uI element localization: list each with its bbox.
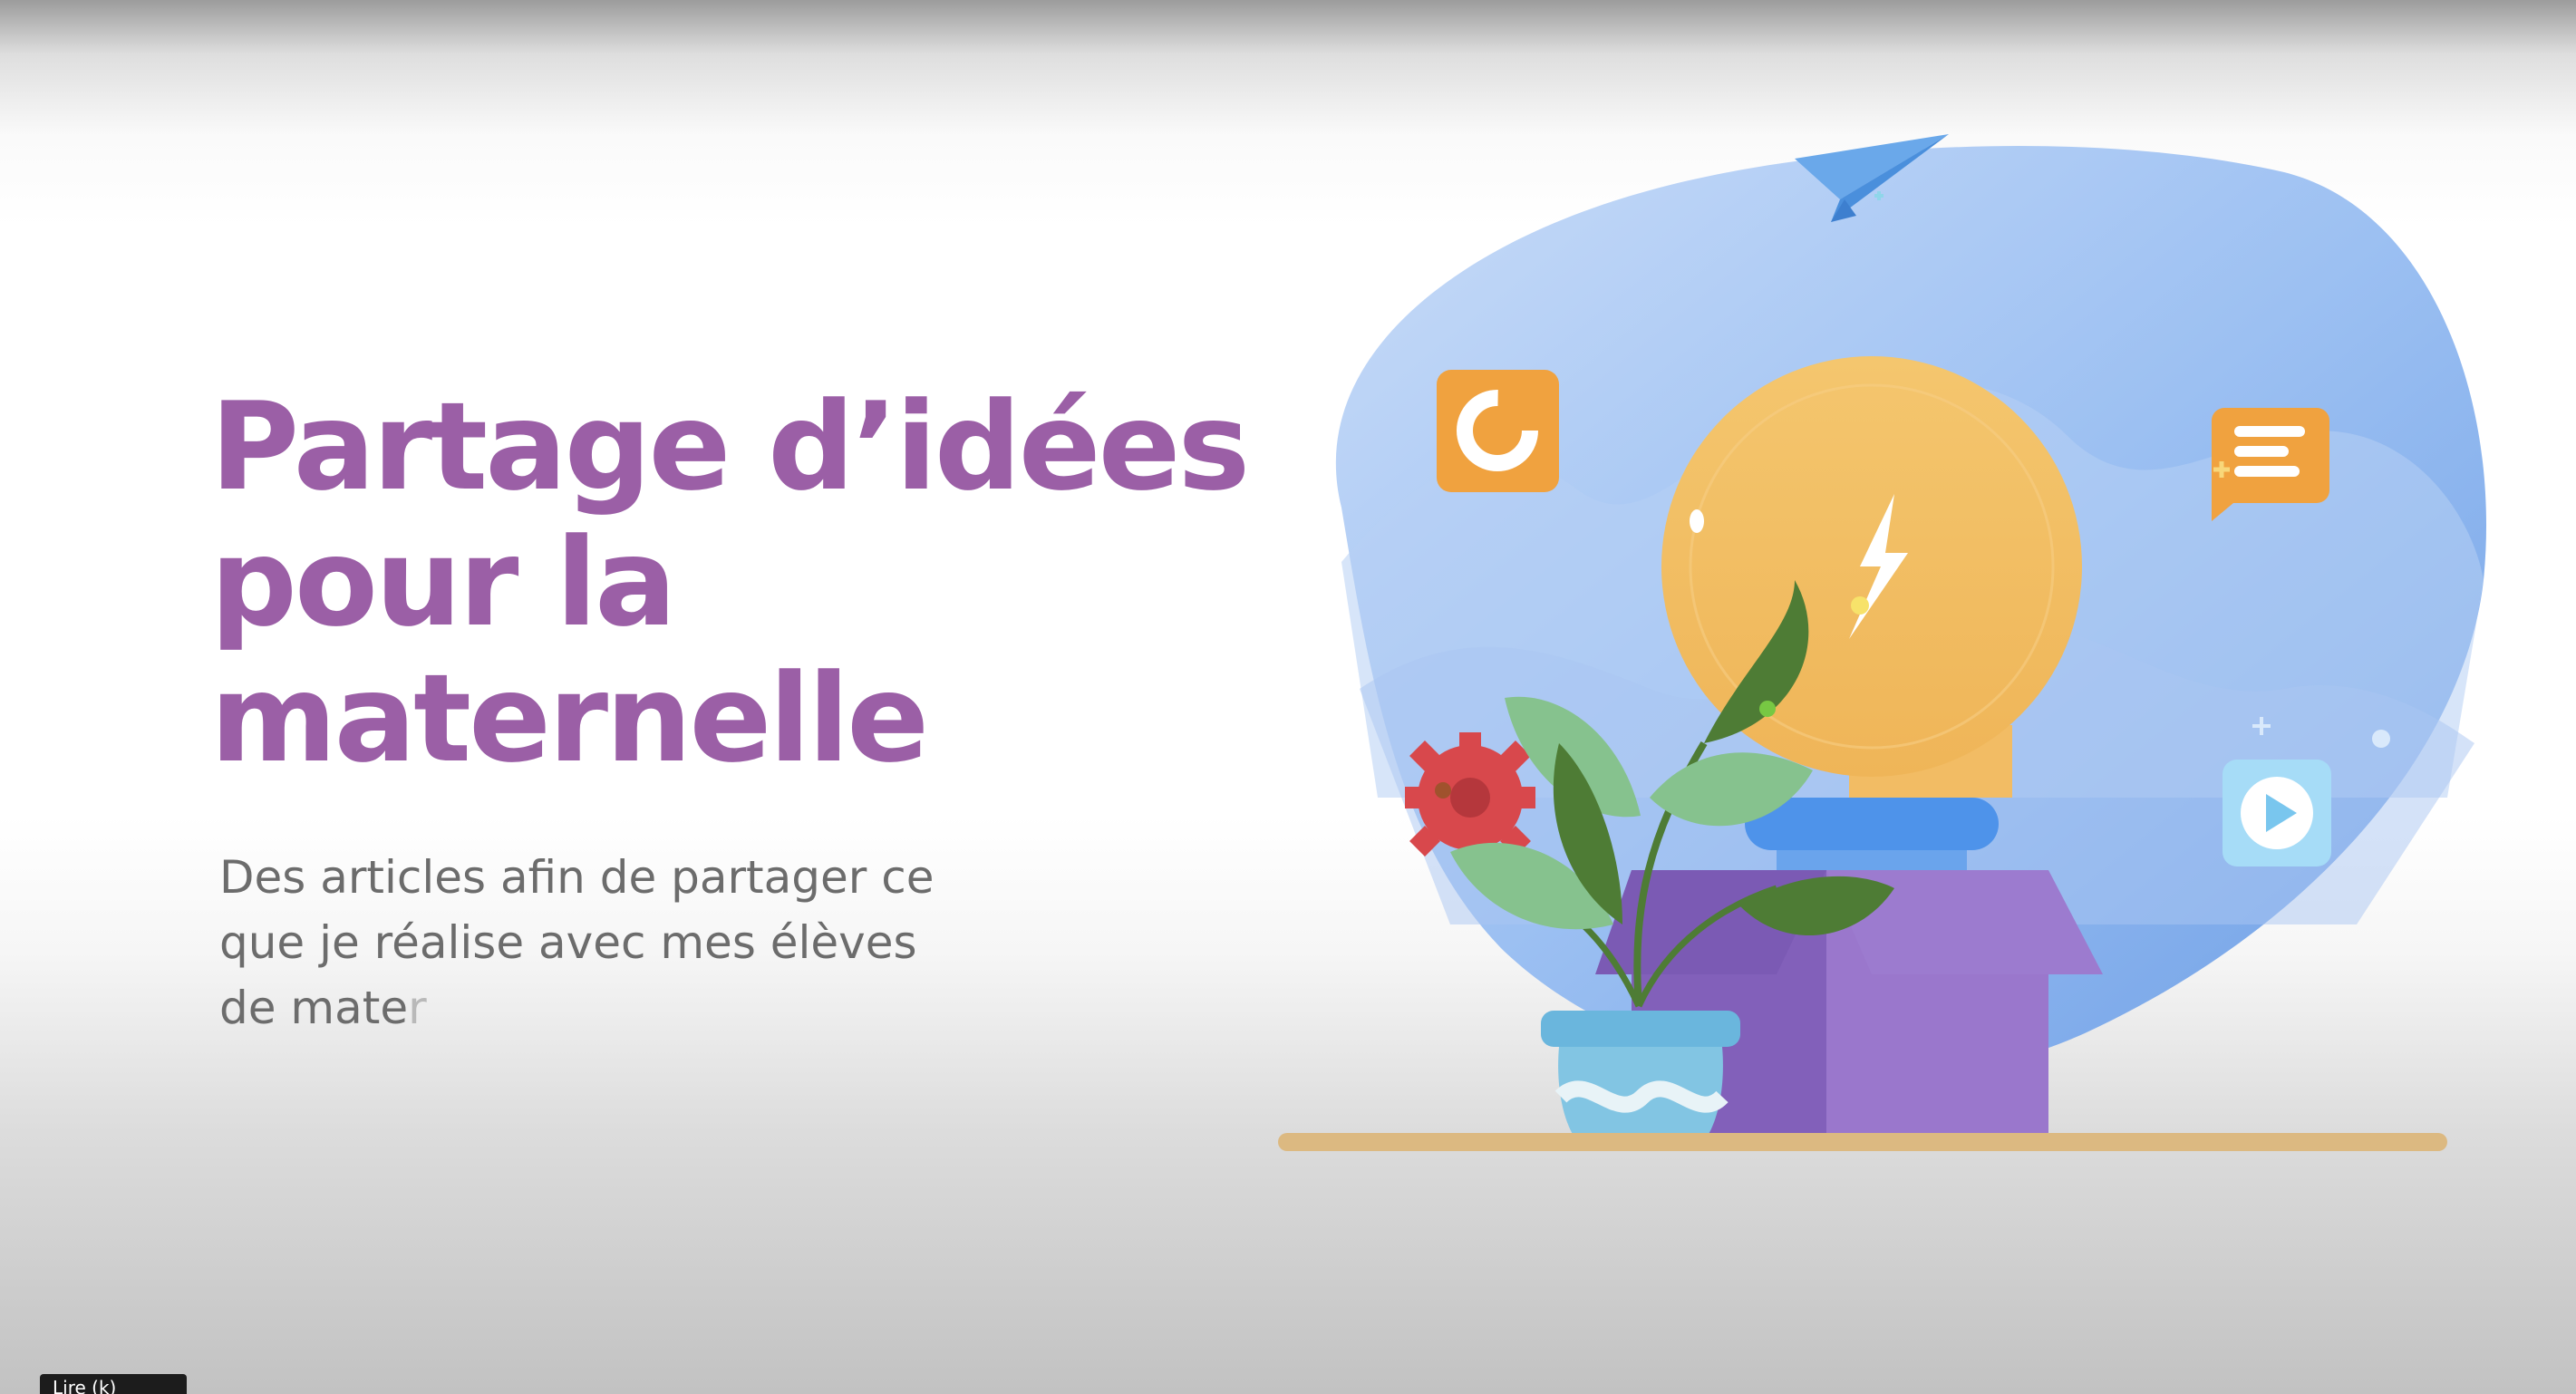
video-tooltip-chip: Lire (k) bbox=[40, 1374, 187, 1394]
title-line-3: maternelle bbox=[210, 648, 929, 789]
plant-pot bbox=[1541, 1011, 1740, 1151]
title-line-2: pour la bbox=[210, 512, 676, 653]
play-icon bbox=[2223, 760, 2331, 866]
donut-chart-icon bbox=[1437, 370, 1559, 492]
shelf bbox=[1278, 1133, 2447, 1151]
subtitle-line-3: de mater bbox=[219, 975, 1108, 1041]
subtitle-fading-text: r bbox=[408, 982, 427, 1034]
subtitle-partial-text: de mate bbox=[219, 982, 409, 1034]
video-tooltip-label: Lire (k) bbox=[53, 1377, 117, 1394]
slide-subtitle: Des articles afin de partager ce que je … bbox=[219, 845, 1108, 1041]
slide-title: Partage d’idées pour la maternelle bbox=[210, 379, 1280, 787]
video-frame[interactable]: Partage d’idées pour la maternelle Des a… bbox=[0, 0, 2576, 1394]
subtitle-line-1: Des articles afin de partager ce bbox=[219, 851, 935, 904]
title-line-1: Partage d’idées bbox=[210, 376, 1250, 518]
subtitle-line-2: que je réalise avec mes élèves bbox=[219, 916, 917, 969]
gear-icon bbox=[1405, 732, 1535, 863]
idea-illustration bbox=[1278, 134, 2487, 1151]
